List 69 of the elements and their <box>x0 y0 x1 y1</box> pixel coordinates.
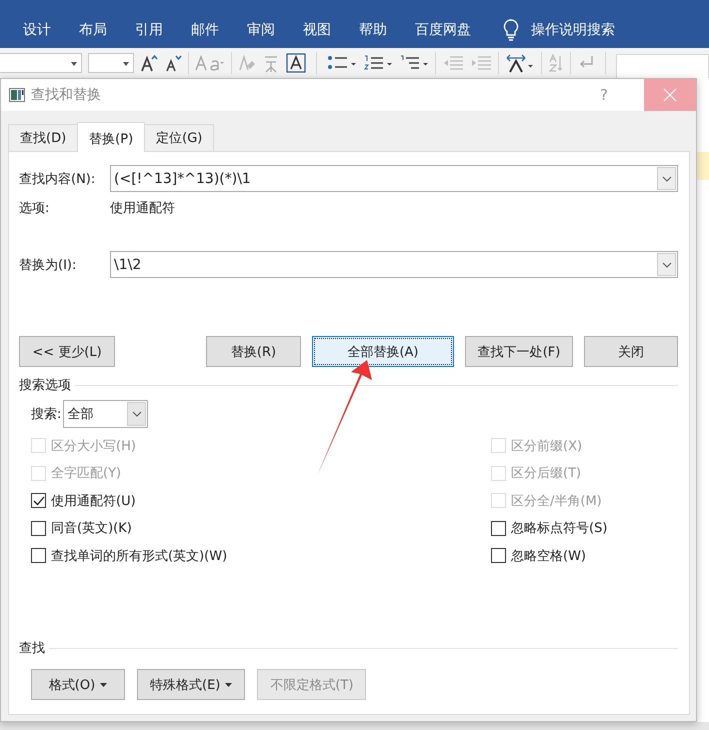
dialog-tab[interactable]: 替换(P) <box>77 122 146 152</box>
ribbon-tab[interactable]: 引用 <box>135 21 163 39</box>
chevron-down-icon <box>132 411 142 417</box>
checkbox-label: 区分大小写(H) <box>51 438 136 455</box>
change-case-icon[interactable] <box>195 54 225 72</box>
less-button[interactable]: << 更少(L) <box>19 336 115 367</box>
dialog-tab[interactable]: 查找(D) <box>8 124 78 151</box>
find-label: 查找内容(N): <box>19 170 96 188</box>
ribbon-tab[interactable]: 百度网盘 <box>415 21 471 39</box>
checkbox[interactable] <box>31 493 46 508</box>
numbered-list-icon[interactable] <box>363 54 393 72</box>
format-button[interactable]: 格式(O) <box>31 669 125 700</box>
checkbox[interactable] <box>491 520 506 536</box>
dialog-button[interactable]: 查找下一处(F) <box>465 336 573 367</box>
checkbox-label: 全字匹配(Y) <box>51 465 122 482</box>
multilevel-list-icon[interactable] <box>399 54 429 72</box>
checkbox-label: 区分前缀(X) <box>511 438 582 455</box>
font-name-dropdown[interactable] <box>0 53 82 73</box>
dropdown-arrow-icon <box>225 682 232 686</box>
options-label: 选项: <box>19 200 50 217</box>
tell-me-search[interactable]: 操作说明搜索 <box>531 21 615 39</box>
character-border-icon[interactable] <box>286 53 306 73</box>
ribbon-tab[interactable]: 视图 <box>303 21 331 39</box>
replace-combo-field[interactable]: \1\2 <box>110 251 678 278</box>
replace-label: 替换为(I): <box>19 256 78 274</box>
checkbox-label: 忽略标点符号(S) <box>511 520 608 538</box>
section-heading: 查找 <box>19 640 45 657</box>
checkbox[interactable] <box>31 520 46 536</box>
search-label: 搜索: <box>31 406 62 423</box>
dialog-button[interactable]: 关闭 <box>584 336 678 367</box>
decrease-indent-icon[interactable] <box>442 54 464 72</box>
chevron-down-icon <box>662 176 672 182</box>
checkbox-label: 使用通配符(U) <box>51 492 136 510</box>
ribbon-tab[interactable]: 设计 <box>23 21 51 39</box>
font-size-dropdown[interactable] <box>88 53 134 73</box>
search-direction-dropdown[interactable]: 全部 <box>63 400 148 428</box>
clear-format-icon[interactable] <box>238 54 256 72</box>
checkbox[interactable] <box>31 548 46 564</box>
sort-icon[interactable] <box>548 53 564 73</box>
dialog-title: 查找和替换 <box>31 86 102 104</box>
checkbox-label: 同音(英文)(K) <box>51 520 132 538</box>
format-button[interactable]: 特殊格式(E) <box>137 669 246 700</box>
ribbon-tab[interactable]: 帮助 <box>359 21 387 39</box>
ribbon-tab[interactable]: 邮件 <box>191 21 219 39</box>
dialog-tab[interactable]: 定位(G) <box>144 124 214 151</box>
dropdown-arrow-icon <box>100 682 108 686</box>
checkbox-label: 忽略空格(W) <box>511 548 586 565</box>
text-direction-icon[interactable] <box>505 53 535 73</box>
options-value: 使用通配符 <box>110 200 175 217</box>
lightbulb-icon <box>503 19 519 41</box>
close-button[interactable] <box>644 79 696 111</box>
checkbox[interactable] <box>491 548 506 564</box>
grow-font-icon[interactable] <box>140 54 158 72</box>
checkbox-label: 查找单词的所有形式(英文)(W) <box>51 548 228 565</box>
checkbox-label: 区分全/半角(M) <box>511 492 602 510</box>
ribbon-tab[interactable]: 审阅 <box>247 21 275 39</box>
checkbox-label: 区分后缀(T) <box>511 465 582 482</box>
chevron-down-icon <box>662 262 672 268</box>
styles-gallery[interactable] <box>616 54 709 78</box>
increase-indent-icon[interactable] <box>470 54 492 72</box>
dialog-button[interactable]: 替换(R) <box>206 336 301 367</box>
section-heading: 搜索选项 <box>19 377 71 394</box>
dialog-button[interactable]: 全部替换(A) <box>312 336 454 367</box>
close-icon <box>663 88 677 102</box>
ribbon-tab[interactable]: 布局 <box>79 21 107 39</box>
find-combo-field[interactable]: (<[!^13]*^13)(*)\1 <box>110 165 678 192</box>
shrink-font-icon[interactable] <box>164 54 182 72</box>
bullet-list-icon[interactable] <box>327 54 357 72</box>
dialog-app-icon <box>9 88 25 102</box>
